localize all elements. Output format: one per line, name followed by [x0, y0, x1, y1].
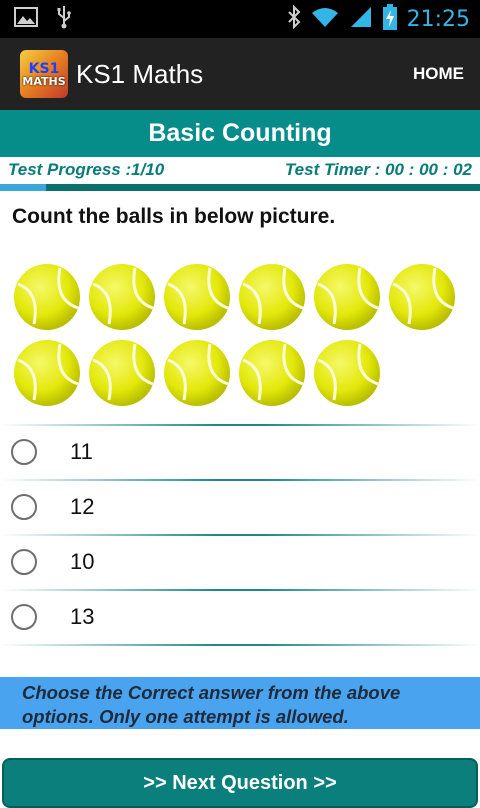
tennis-ball-image: [312, 262, 384, 334]
page-title: Basic Counting: [0, 110, 480, 157]
progress-row: Test Progress :1/10 Test Timer : 00 : 00…: [0, 157, 480, 182]
option-3[interactable]: 10: [0, 535, 480, 588]
option-label: 13: [70, 603, 95, 629]
tennis-ball-image: [312, 338, 384, 410]
wifi-icon: [311, 6, 339, 32]
option-4[interactable]: 13: [0, 590, 480, 643]
option-1[interactable]: 11: [0, 425, 480, 478]
action-bar: KS1 MATHS KS1 Maths HOME: [0, 38, 480, 110]
image-icon: [14, 7, 38, 31]
home-button[interactable]: HOME: [413, 64, 464, 84]
tennis-ball-image: [162, 338, 234, 410]
app-title: KS1 Maths: [76, 58, 204, 89]
status-bar: 21:25: [0, 0, 480, 38]
bluetooth-icon: [287, 4, 301, 33]
tennis-ball-image: [237, 262, 309, 334]
option-label: 10: [70, 548, 95, 574]
test-timer-label: Test Timer : 00 : 00 : 02: [284, 159, 472, 179]
tennis-ball-image: [87, 338, 159, 410]
radio-button[interactable]: [11, 603, 37, 630]
tennis-ball-image: [12, 338, 84, 410]
instructions-text: Choose the Correct answer from the above…: [0, 677, 480, 729]
tennis-ball-image: [87, 262, 159, 334]
usb-icon: [56, 5, 72, 33]
divider: [0, 644, 480, 646]
signal-icon: [349, 6, 373, 32]
test-progress-label: Test Progress :1/10: [8, 159, 165, 179]
battery-charging-icon: [382, 4, 397, 34]
tennis-ball-image: [237, 338, 309, 410]
radio-button[interactable]: [11, 548, 37, 575]
option-label: 11: [70, 438, 93, 464]
radio-button[interactable]: [11, 493, 37, 520]
tennis-ball-image: [162, 262, 234, 334]
question-text: Count the balls in below picture.: [12, 205, 336, 228]
option-2[interactable]: 12: [0, 480, 480, 533]
tennis-ball-image: [12, 262, 84, 334]
progress-track: [0, 184, 480, 191]
option-label: 12: [70, 493, 95, 519]
tennis-ball-image: [387, 262, 459, 334]
clock: 21:25: [406, 6, 470, 32]
progress-fill: [0, 184, 46, 191]
app-logo: KS1 MATHS: [20, 50, 68, 98]
radio-button[interactable]: [11, 438, 37, 465]
next-question-button[interactable]: >> Next Question >>: [2, 758, 478, 808]
